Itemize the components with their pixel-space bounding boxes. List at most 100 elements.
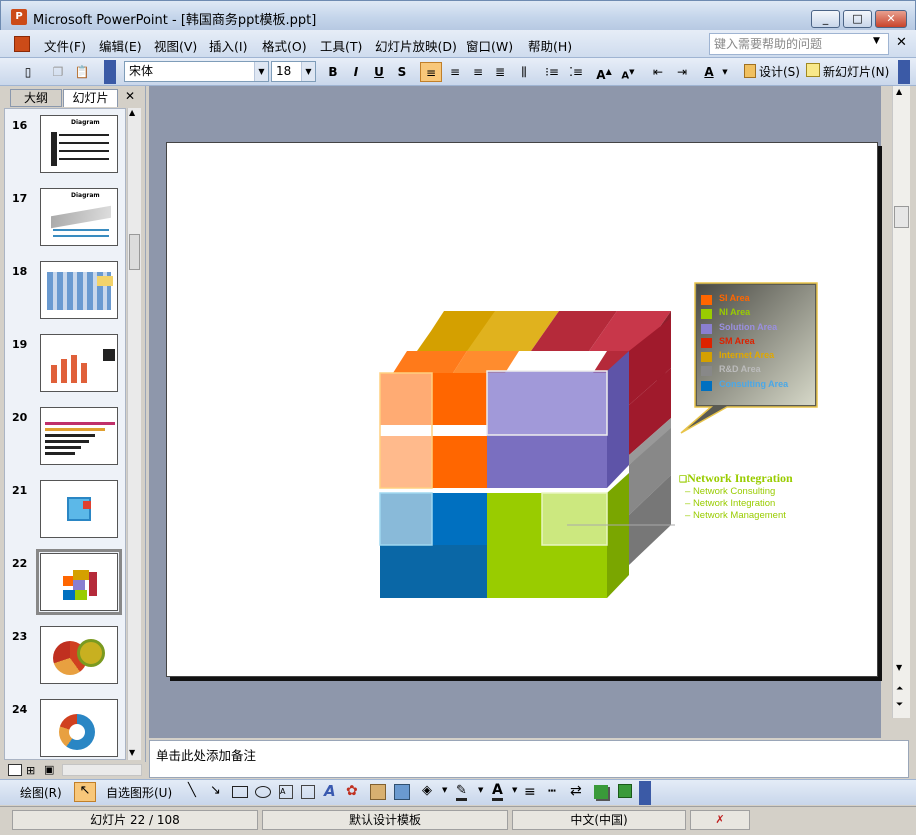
slide-sorter-icon[interactable]: ⊞ [26, 764, 35, 777]
font-size-combo[interactable]: 18 ▼ [271, 61, 316, 82]
3d-style-icon[interactable] [618, 784, 632, 798]
copy-icon[interactable]: ❐ [48, 62, 68, 82]
close-doc-icon[interactable]: ✕ [896, 35, 907, 50]
decrease-font-icon[interactable]: A▼ [618, 62, 638, 82]
new-slide-icon[interactable] [806, 63, 820, 77]
scroll-down-icon[interactable]: ▼ [896, 663, 902, 672]
font-color-icon[interactable]: A [698, 62, 720, 82]
design-icon[interactable] [744, 64, 756, 78]
increase-indent-icon[interactable]: ⇥ [672, 62, 692, 82]
font-color-icon[interactable]: A [492, 782, 503, 801]
scroll-up-icon[interactable]: ▲ [896, 87, 902, 96]
line-tool-icon[interactable]: ╲ [188, 783, 196, 798]
line-color-icon[interactable]: ✎ [456, 783, 467, 801]
textbox-tool-icon[interactable]: A [279, 785, 293, 799]
fill-color-icon[interactable]: ◈ [422, 783, 432, 798]
shadow-button[interactable]: S [393, 62, 411, 82]
chevron-down-icon[interactable]: ▼ [512, 786, 517, 794]
slide-22-preview[interactable] [36, 549, 122, 615]
select-pointer-icon[interactable]: ↖ [74, 782, 96, 802]
slide-16-preview[interactable]: Diagram [40, 115, 118, 173]
bold-button[interactable]: B [324, 62, 342, 82]
menu-view[interactable]: 视图(V) [154, 36, 197, 55]
bullet-list-icon[interactable]: ⁚≡ [566, 62, 586, 82]
design-button[interactable]: 设计(S) [759, 62, 801, 82]
font-name-combo[interactable]: 宋体 ▼ [124, 61, 269, 82]
slide-17-preview[interactable]: Diagram [40, 188, 118, 246]
scroll-thumb[interactable] [894, 206, 909, 228]
draw-menu-button[interactable]: 绘图(R) [20, 784, 62, 801]
rectangle-tool-icon[interactable] [232, 786, 248, 798]
autoshapes-menu-button[interactable]: 自选图形(U) [106, 784, 172, 801]
thumbnail-scrollbar[interactable]: ▲ ▼ [127, 108, 141, 760]
vertical-textbox-icon[interactable] [301, 785, 315, 799]
increase-font-icon[interactable]: A▲ [594, 62, 614, 82]
align-left-icon[interactable]: ≡ [420, 62, 442, 82]
chevron-down-icon[interactable]: ▼ [301, 62, 315, 81]
tab-slides[interactable]: 幻灯片 [63, 89, 118, 107]
menu-edit[interactable]: 编辑(E) [99, 36, 142, 55]
tab-outline[interactable]: 大纲 [10, 89, 62, 107]
spelling-status-icon[interactable]: ✗ [690, 810, 750, 830]
scroll-thumb[interactable] [129, 234, 140, 270]
italic-button[interactable]: I [347, 62, 365, 82]
pane-hscrollbar[interactable] [62, 764, 142, 776]
chevron-down-icon[interactable]: ▼ [720, 62, 730, 82]
close-pane-icon[interactable]: ✕ [125, 89, 135, 103]
slide-20-preview[interactable] [40, 407, 118, 465]
arrow-style-icon[interactable]: ⇄ [570, 783, 582, 799]
text-direction-icon[interactable]: ⫼ [514, 62, 534, 82]
close-button[interactable]: ✕ [875, 10, 907, 28]
slide-vscrollbar[interactable]: ▲ ▼ ⏶ ⏷ [892, 86, 910, 718]
normal-view-icon[interactable] [8, 764, 22, 776]
menu-tools[interactable]: 工具(T) [320, 36, 362, 55]
chevron-down-icon[interactable]: ▼ [254, 62, 268, 81]
new-document-icon[interactable]: ▯ [18, 62, 38, 82]
numbered-list-icon[interactable]: ⁝≡ [542, 62, 562, 82]
arrow-tool-icon[interactable]: ↘ [210, 783, 221, 798]
paste-icon[interactable]: 📋 [72, 62, 92, 82]
powerpoint-app-icon[interactable]: P [11, 9, 27, 25]
line-style-icon[interactable]: ≡ [524, 784, 536, 800]
maximize-button[interactable]: □ [843, 10, 872, 28]
chevron-down-icon[interactable]: ▼ [873, 36, 880, 46]
new-slide-button[interactable]: 新幻灯片(N) [823, 62, 895, 82]
oval-tool-icon[interactable] [255, 786, 271, 798]
slide-21-preview[interactable] [40, 480, 118, 538]
scroll-down-icon[interactable]: ▼ [129, 748, 135, 757]
underline-button[interactable]: U [370, 62, 388, 82]
scroll-up-icon[interactable]: ▲ [129, 108, 135, 117]
slide-23-preview[interactable] [40, 626, 118, 684]
dash-style-icon[interactable]: ┅ [548, 784, 556, 799]
menu-slideshow[interactable]: 幻灯片放映(D) [375, 36, 457, 55]
insert-picture-icon[interactable] [394, 784, 410, 800]
next-slide-icon[interactable]: ⏷ [896, 700, 903, 710]
shadow-style-icon[interactable] [594, 785, 608, 799]
notes-pane[interactable]: 单击此处添加备注 [149, 740, 909, 778]
toolbar-overflow-icon[interactable] [639, 781, 651, 805]
slide-19-preview[interactable] [40, 334, 118, 392]
align-center-icon[interactable]: ≡ [445, 62, 465, 82]
slide-24-preview[interactable] [40, 699, 118, 757]
toolbar-overflow-icon[interactable] [898, 60, 910, 84]
clipart-icon[interactable] [370, 784, 386, 800]
menu-insert[interactable]: 插入(I) [209, 36, 247, 55]
minimize-button[interactable]: _ [811, 10, 840, 28]
menu-file[interactable]: 文件(F) [44, 36, 86, 55]
toolbar-overflow-icon[interactable] [104, 60, 116, 84]
slide-canvas[interactable]: SI Area NI Area Solution Area SM Area In… [166, 142, 878, 677]
slide-thumbnail-list[interactable]: 16 Diagram 17 Diagram 18 19 20 21 22 23 … [4, 108, 126, 760]
wordart-icon[interactable]: A [324, 782, 336, 800]
chevron-down-icon[interactable]: ▼ [478, 786, 483, 794]
diagram-tool-icon[interactable]: ✿ [346, 783, 358, 799]
document-icon[interactable] [14, 36, 30, 52]
previous-slide-icon[interactable]: ⏶ [896, 684, 903, 694]
slideshow-icon[interactable]: ▣ [44, 763, 54, 776]
align-right-icon[interactable]: ≡ [468, 62, 488, 82]
chevron-down-icon[interactable]: ▼ [442, 786, 447, 794]
slide-18-preview[interactable] [40, 261, 118, 319]
justify-icon[interactable]: ≣ [490, 62, 510, 82]
menu-help[interactable]: 帮助(H) [528, 36, 572, 55]
help-search-input[interactable]: 键入需要帮助的问题 [709, 33, 889, 55]
decrease-indent-icon[interactable]: ⇤ [648, 62, 668, 82]
